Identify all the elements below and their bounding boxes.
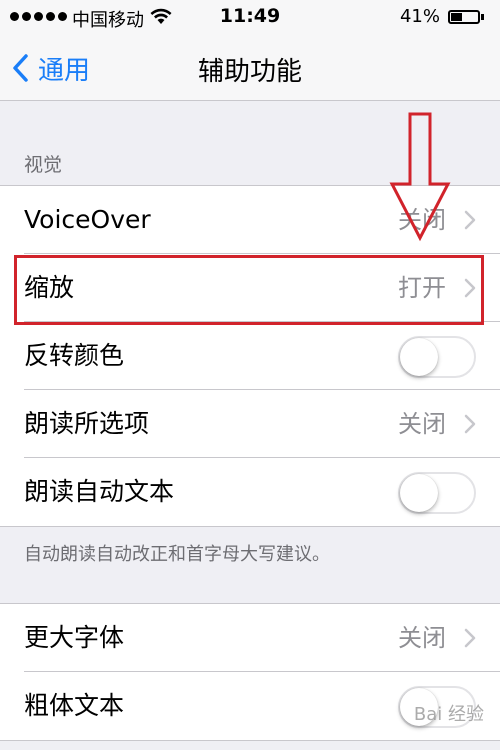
invert-colors-toggle[interactable]	[398, 336, 476, 378]
down-arrow-icon	[389, 112, 451, 242]
speak-auto-text-toggle[interactable]	[398, 472, 476, 514]
row-larger-type[interactable]: 更大字体 关闭	[0, 604, 500, 672]
row-label: 反转颜色	[24, 341, 125, 370]
row-label: 朗读所选项	[24, 409, 150, 438]
row-label: 朗读自动文本	[24, 477, 175, 506]
status-bar: 中国移动 11:49 41%	[0, 0, 500, 36]
watermark: Bai 经验	[413, 704, 484, 725]
row-speak-auto-text: 朗读自动文本	[0, 458, 500, 526]
chevron-right-icon	[464, 628, 476, 648]
row-label: VoiceOver	[24, 205, 151, 234]
row-label: 粗体文本	[24, 691, 125, 720]
battery-percent: 41%	[399, 6, 440, 27]
row-value: 关闭	[398, 410, 446, 438]
battery-icon	[448, 10, 480, 24]
chevron-right-icon	[464, 210, 476, 230]
navigation-bar: 通用 辅助功能	[0, 36, 500, 101]
row-speak-selection[interactable]: 朗读所选项 关闭	[0, 390, 500, 458]
annotation-highlight-box	[14, 255, 484, 325]
page-title: 辅助功能	[197, 57, 302, 87]
row-label: 更大字体	[24, 623, 125, 652]
toggle-knob	[400, 338, 438, 376]
section-header-vision: 视觉	[24, 154, 63, 176]
chevron-right-icon	[464, 414, 476, 434]
battery-tip	[481, 14, 484, 20]
battery-fill	[451, 13, 462, 21]
toggle-knob	[400, 474, 438, 512]
section-footer-note: 自动朗读自动改正和首字母大写建议。	[24, 544, 330, 565]
row-invert-colors: 反转颜色	[0, 322, 500, 390]
row-value: 关闭	[398, 624, 446, 652]
